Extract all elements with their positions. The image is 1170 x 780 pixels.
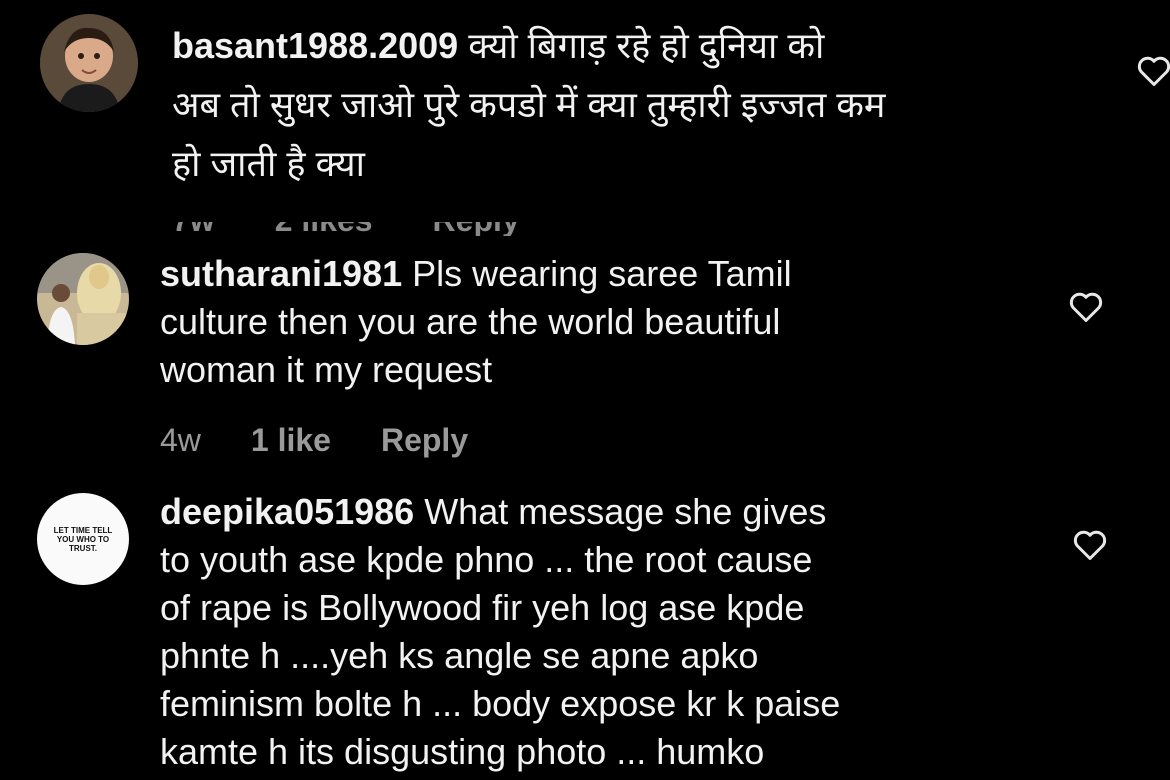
- comment-text: deepika051986 What message she gives to …: [160, 488, 1060, 776]
- comment-meta-cut: 7w 2 likes Reply: [172, 222, 592, 236]
- like-count[interactable]: 2 likes: [275, 222, 373, 236]
- comment-text: sutharani1981 Pls wearing saree Tamil cu…: [160, 250, 1040, 394]
- reply-button[interactable]: Reply: [433, 222, 520, 236]
- comment-username[interactable]: sutharani1981: [160, 253, 402, 294]
- comment-time: 4w: [160, 422, 201, 458]
- like-count[interactable]: 1 like: [251, 422, 331, 458]
- avatar[interactable]: [37, 253, 129, 345]
- comment-text: basant1988.2009 क्यो बिगाड़ रहे हो दुनिय…: [172, 16, 1092, 193]
- comment-time: 7w: [172, 222, 215, 236]
- reply-button[interactable]: Reply: [381, 422, 468, 458]
- heart-outline-icon[interactable]: [1072, 528, 1108, 562]
- heart-outline-icon[interactable]: [1136, 54, 1170, 88]
- comment-meta: 4w 1 like Reply: [160, 422, 518, 459]
- comment-username[interactable]: basant1988.2009: [172, 25, 458, 66]
- comment-body: What message she gives to youth ase kpde…: [160, 491, 841, 772]
- avatar[interactable]: [40, 14, 138, 112]
- avatar-quote-text: LET TIME TELL YOU WHO TO TRUST.: [53, 525, 113, 553]
- comment-username[interactable]: deepika051986: [160, 491, 414, 532]
- avatar[interactable]: LET TIME TELL YOU WHO TO TRUST.: [37, 493, 129, 585]
- heart-outline-icon[interactable]: [1068, 290, 1104, 324]
